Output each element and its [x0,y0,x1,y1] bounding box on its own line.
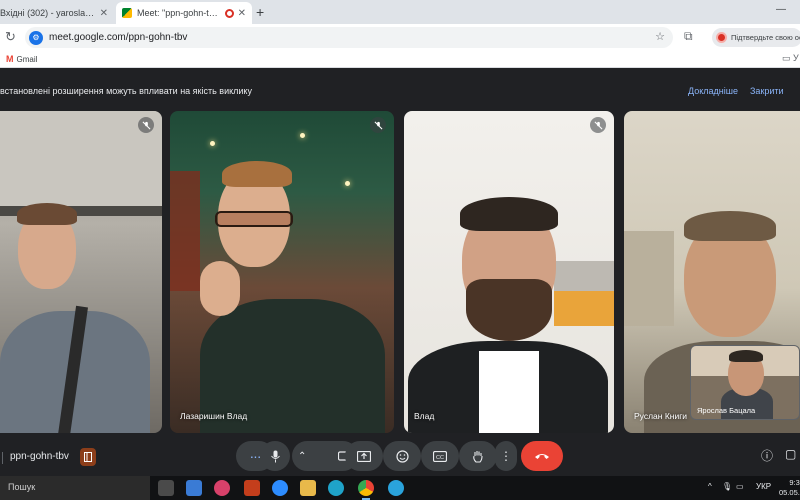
tab-title: Meet: "ppn-gohn-tbv" [137,8,221,18]
participant-name: Лазаришин Влад [180,411,248,421]
meeting-details-button[interactable] [80,448,96,466]
profile-chip-label: Підтвердьте свою ос [731,33,800,42]
svg-text:CC: CC [436,455,444,461]
self-view-name: Ярослав Бацала [697,406,756,415]
bookmarks-bar: M Gmail ▭ У [0,50,800,68]
microphone-button[interactable] [260,441,290,471]
divider [2,452,3,464]
meeting-code: ppn-gohn-tbv [10,451,69,462]
banner-close-link[interactable]: Закрити [750,86,784,96]
tab-gmail-inbox[interactable]: Вхідні (302) - yaroslav.batsala@ ✕ [0,2,114,24]
participant-name: Влад [414,411,435,421]
chat-app-icon[interactable] [272,480,288,496]
banner-more-link[interactable]: Докладніше [688,86,738,96]
captions-button[interactable]: CC [421,441,459,471]
app-icon-red-drop[interactable] [214,480,230,496]
bookmark-gmail[interactable]: M Gmail [6,54,37,64]
url-text: meet.google.com/ppn-gohn-tbv [49,32,188,43]
telegram-icon[interactable] [388,480,404,496]
present-screen-button[interactable] [345,441,383,471]
powerpoint-icon[interactable] [244,480,260,496]
more-options-button[interactable]: ⋮ [495,441,517,471]
mic-off-icon [370,117,386,133]
battery-icon[interactable]: ▭ [736,482,744,491]
tab-meet[interactable]: Meet: "ppn-gohn-tbv" ✕ [116,2,252,24]
mic-off-icon [590,117,606,133]
mic-off-icon [138,117,154,133]
address-bar[interactable]: ⚙ meet.google.com/ppn-gohn-tbv ☆ [25,27,673,48]
profile-chip[interactable]: Підтвердьте свою ос [712,28,800,47]
address-toolbar: ↻ ⚙ meet.google.com/ppn-gohn-tbv ☆ ⧉ Під… [0,24,800,50]
bookmark-folder-label: У [793,53,799,63]
banner-message: встановлені розширення можуть впливати н… [0,86,252,96]
bookmark-star-icon[interactable]: ☆ [655,30,665,43]
site-info-icon[interactable]: ⚙ [29,30,43,45]
meet-stage: встановлені розширення можуть впливати н… [0,69,800,476]
end-call-button[interactable] [521,441,563,471]
language-indicator[interactable]: УКР [756,482,771,491]
participant-tile-1[interactable] [0,111,162,433]
close-tab-icon[interactable]: ✕ [238,8,246,19]
close-tab-icon[interactable]: ✕ [100,8,108,19]
file-explorer-icon[interactable] [300,480,316,496]
clock-date: 05.05.2 [778,488,800,497]
taskbar-search[interactable]: Пошук [0,476,150,500]
extensions-warning-banner: встановлені розширення можуть впливати н… [0,81,800,101]
edge-icon[interactable] [328,480,344,496]
bookmark-label: Gmail [16,54,38,64]
meet-favicon-icon [122,8,132,18]
raise-hand-button[interactable] [459,441,497,471]
participant-hair [684,211,776,241]
clock-time: 9:34 [789,478,800,487]
reactions-button[interactable] [383,441,421,471]
microphone-tray-icon[interactable]: 🎙 [722,482,732,491]
gmail-icon: M [6,54,14,64]
tray-overflow-icon[interactable]: ^ [708,482,712,491]
participant-name: Руслан Книги [634,411,688,421]
meeting-info-icon[interactable]: ⓘ [761,447,773,464]
taskbar-search-placeholder: Пошук [8,482,36,492]
os-taskbar: Пошук ^ 🎙 ▭ УКР 9:34 05.05.2 [0,476,800,500]
self-view-tile[interactable]: Ярослав Бацала [690,345,800,420]
minimize-window-button[interactable]: — [776,4,786,15]
tab-title: Вхідні (302) - yaroslav.batsala@ [0,8,96,18]
chevron-up-icon[interactable]: ⌃ [298,451,306,462]
reload-icon[interactable]: ↻ [5,29,16,45]
recording-icon [224,8,234,18]
extensions-icon[interactable]: ⧉ [684,29,693,44]
participant-hair [222,161,292,187]
system-clock[interactable]: 9:34 05.05.2 [774,478,800,498]
chat-icon[interactable]: ▢ [785,447,796,461]
bookmark-folder-icon[interactable]: ▭ У [782,53,799,64]
participant-tile-3[interactable]: Влад [404,111,614,433]
participant-tile-2[interactable]: Лазаришин Влад [170,111,394,433]
new-tab-button[interactable]: + [256,4,264,20]
store-icon[interactable] [186,480,202,496]
task-view-icon[interactable] [158,480,174,496]
profile-avatar-icon [716,32,727,43]
chrome-icon[interactable] [358,480,374,500]
browser-tab-bar: Вхідні (302) - yaroslav.batsala@ ✕ Meet:… [0,0,800,24]
participant-hair [460,197,558,231]
participant-beard [466,279,552,341]
participant-hair [17,203,77,225]
